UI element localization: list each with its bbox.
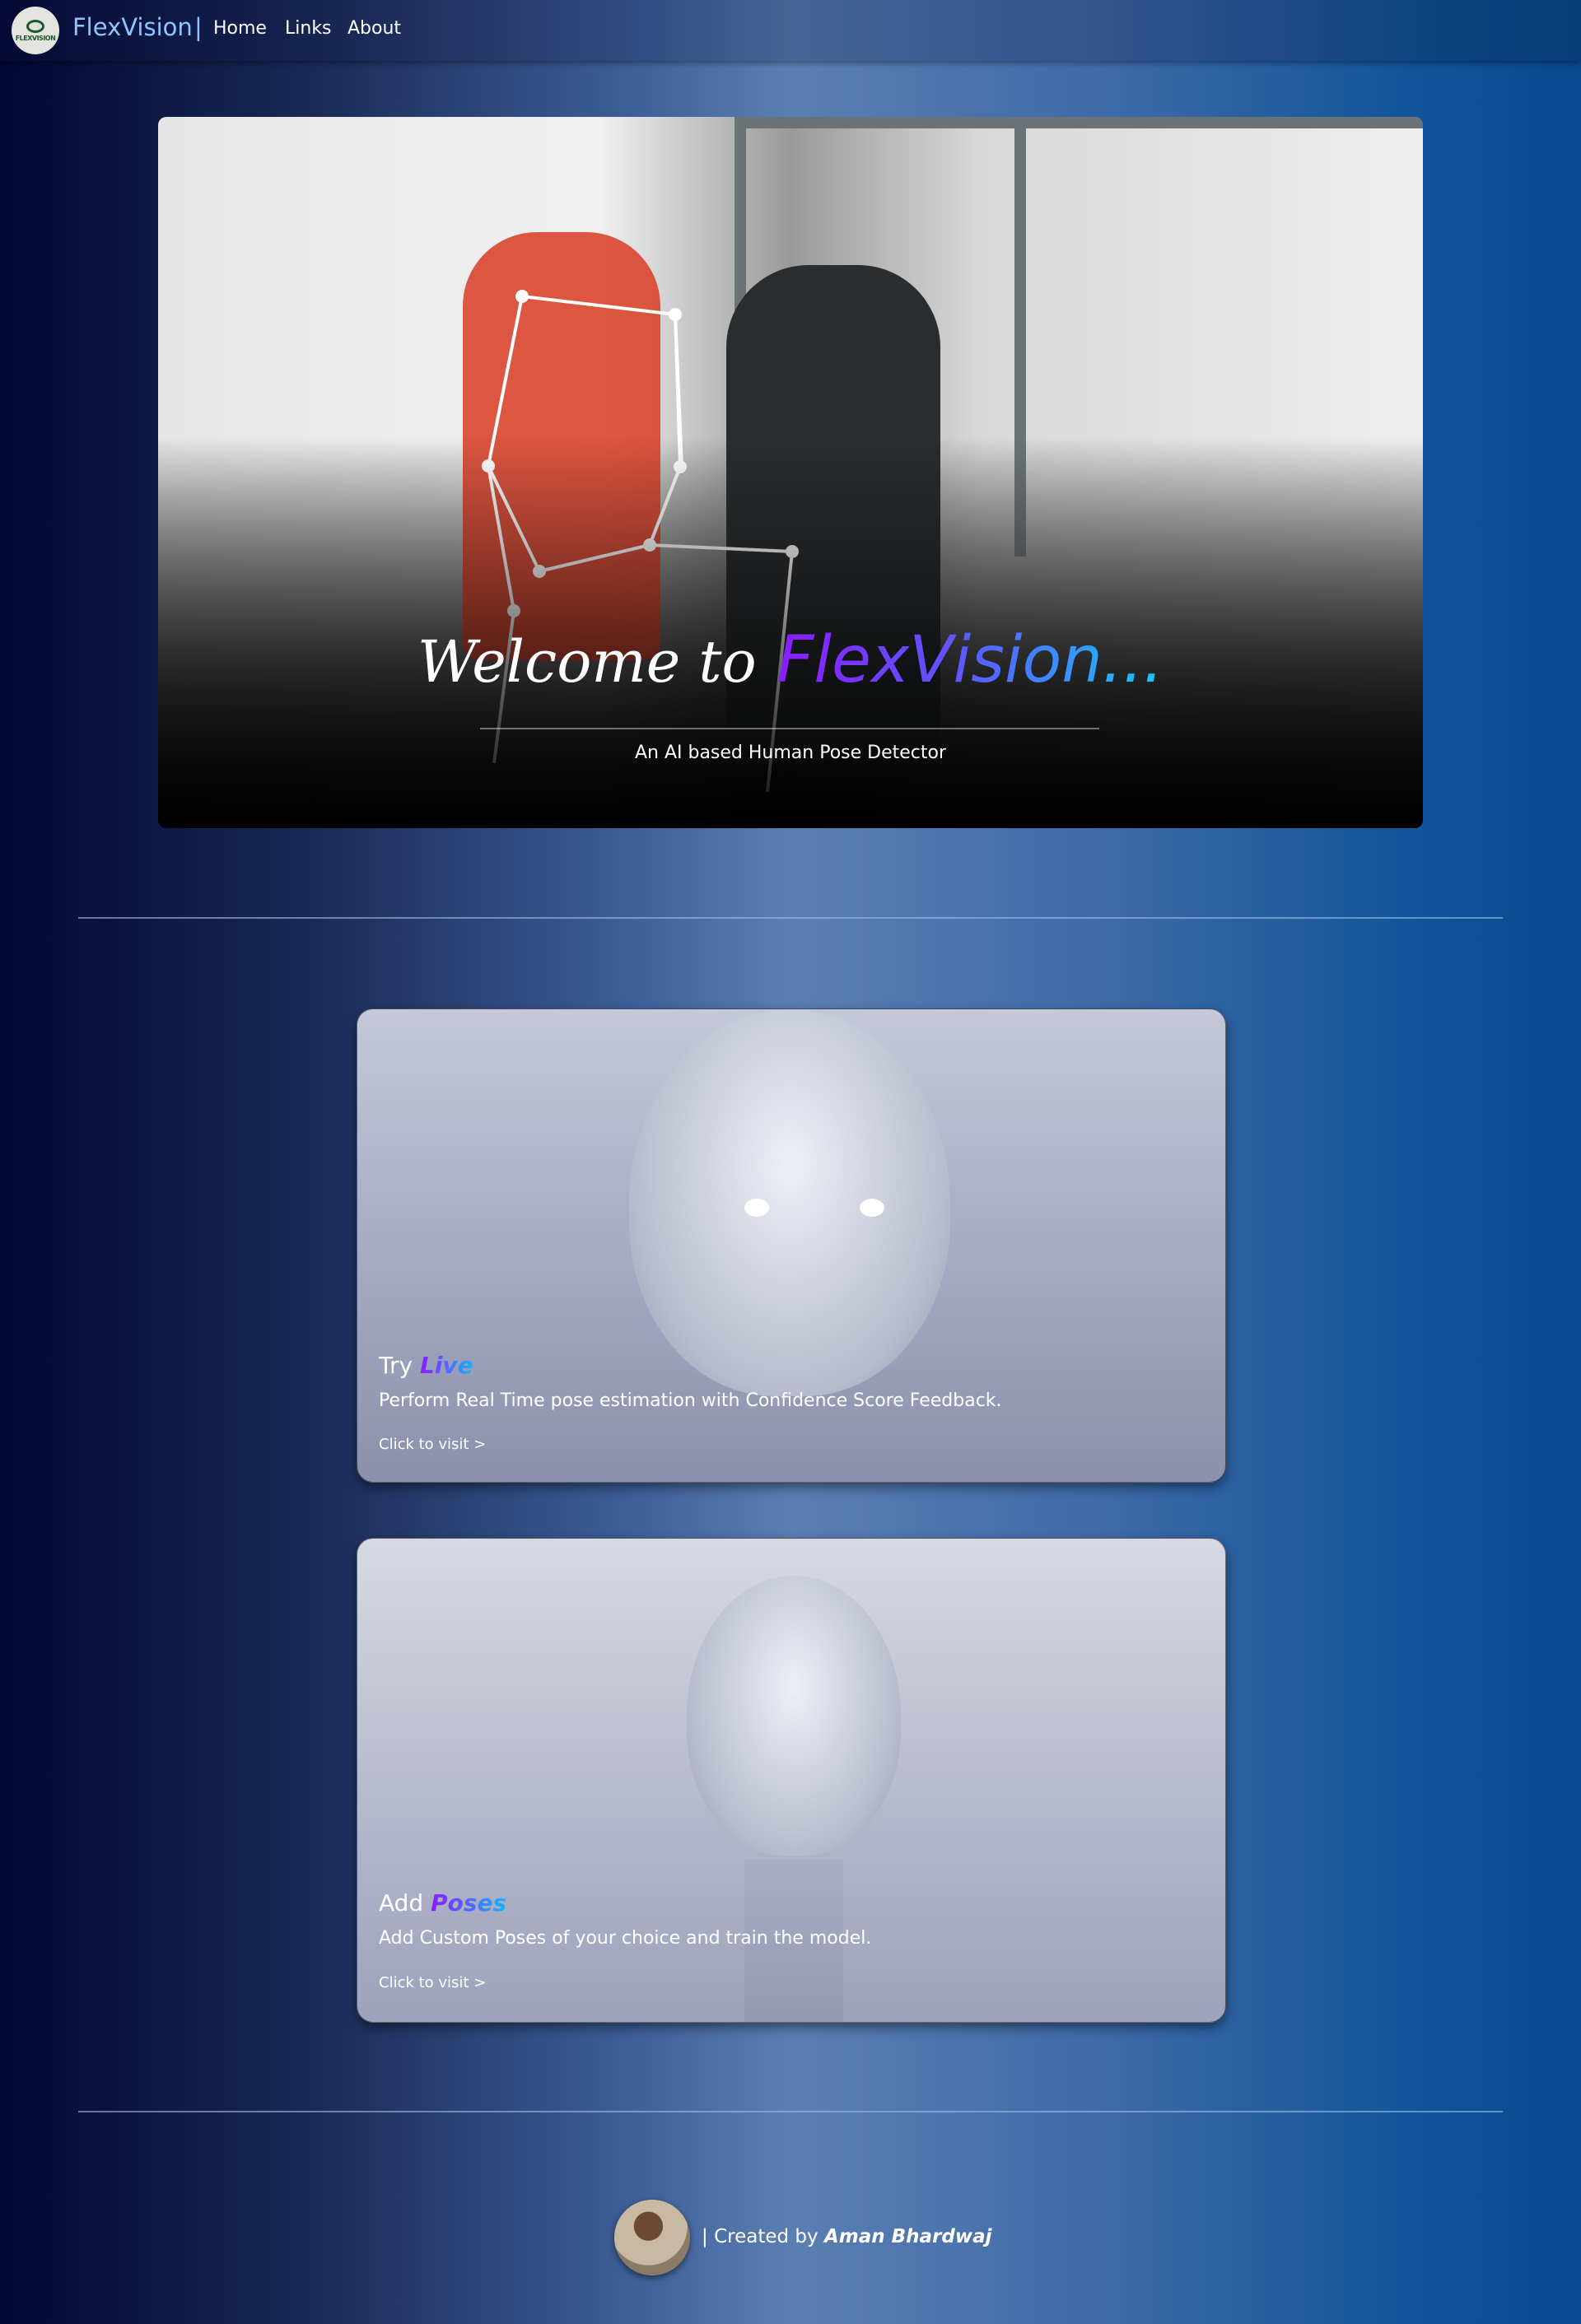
hero-banner: Welcome to FlexVision... An AI based Hum… (158, 117, 1423, 828)
brand-link[interactable]: FlexVision (72, 13, 193, 41)
author-name: Aman Bhardwaj (823, 2226, 992, 2247)
card-image-robot (687, 1576, 901, 1856)
nav-about[interactable]: About (347, 18, 401, 39)
footer-divider (78, 2111, 1503, 2112)
card-try-live[interactable]: Try Live Perform Real Time pose estimati… (357, 1008, 1226, 1483)
hero-subtitle: An AI based Human Pose Detector (634, 743, 947, 763)
card-description: Add Custom Poses of your choice and trai… (379, 1928, 872, 1949)
author-avatar (614, 2200, 690, 2275)
footer-credit: | Created by Aman Bhardwaj (702, 2226, 992, 2247)
section-divider (78, 917, 1503, 919)
card-visit-link[interactable]: Click to visit > (379, 1436, 486, 1453)
card-title: Add Poses (379, 1889, 507, 1916)
hero-title: Welcome to FlexVision... (158, 623, 1423, 697)
navbar: FLEXVISION FlexVision | Home Links About (0, 0, 1581, 61)
eye-icon (26, 19, 44, 33)
logo-text: FLEXVISION (15, 34, 56, 42)
card-description: Perform Real Time pose estimation with C… (379, 1390, 1002, 1411)
card-image-robot (629, 1009, 950, 1396)
card-title: Try Live (379, 1352, 473, 1379)
nav-links[interactable]: Links (285, 18, 332, 39)
logo[interactable]: FLEXVISION (12, 7, 59, 54)
card-add-poses[interactable]: Add Poses Add Custom Poses of your choic… (357, 1538, 1226, 2023)
nav-separator: | (194, 13, 203, 41)
card-visit-link[interactable]: Click to visit > (379, 1974, 486, 1991)
hero-welcome: Welcome to (417, 628, 757, 696)
hero-brand: FlexVision... (777, 623, 1164, 697)
hero-divider (480, 728, 1099, 729)
nav-home[interactable]: Home (213, 18, 267, 39)
